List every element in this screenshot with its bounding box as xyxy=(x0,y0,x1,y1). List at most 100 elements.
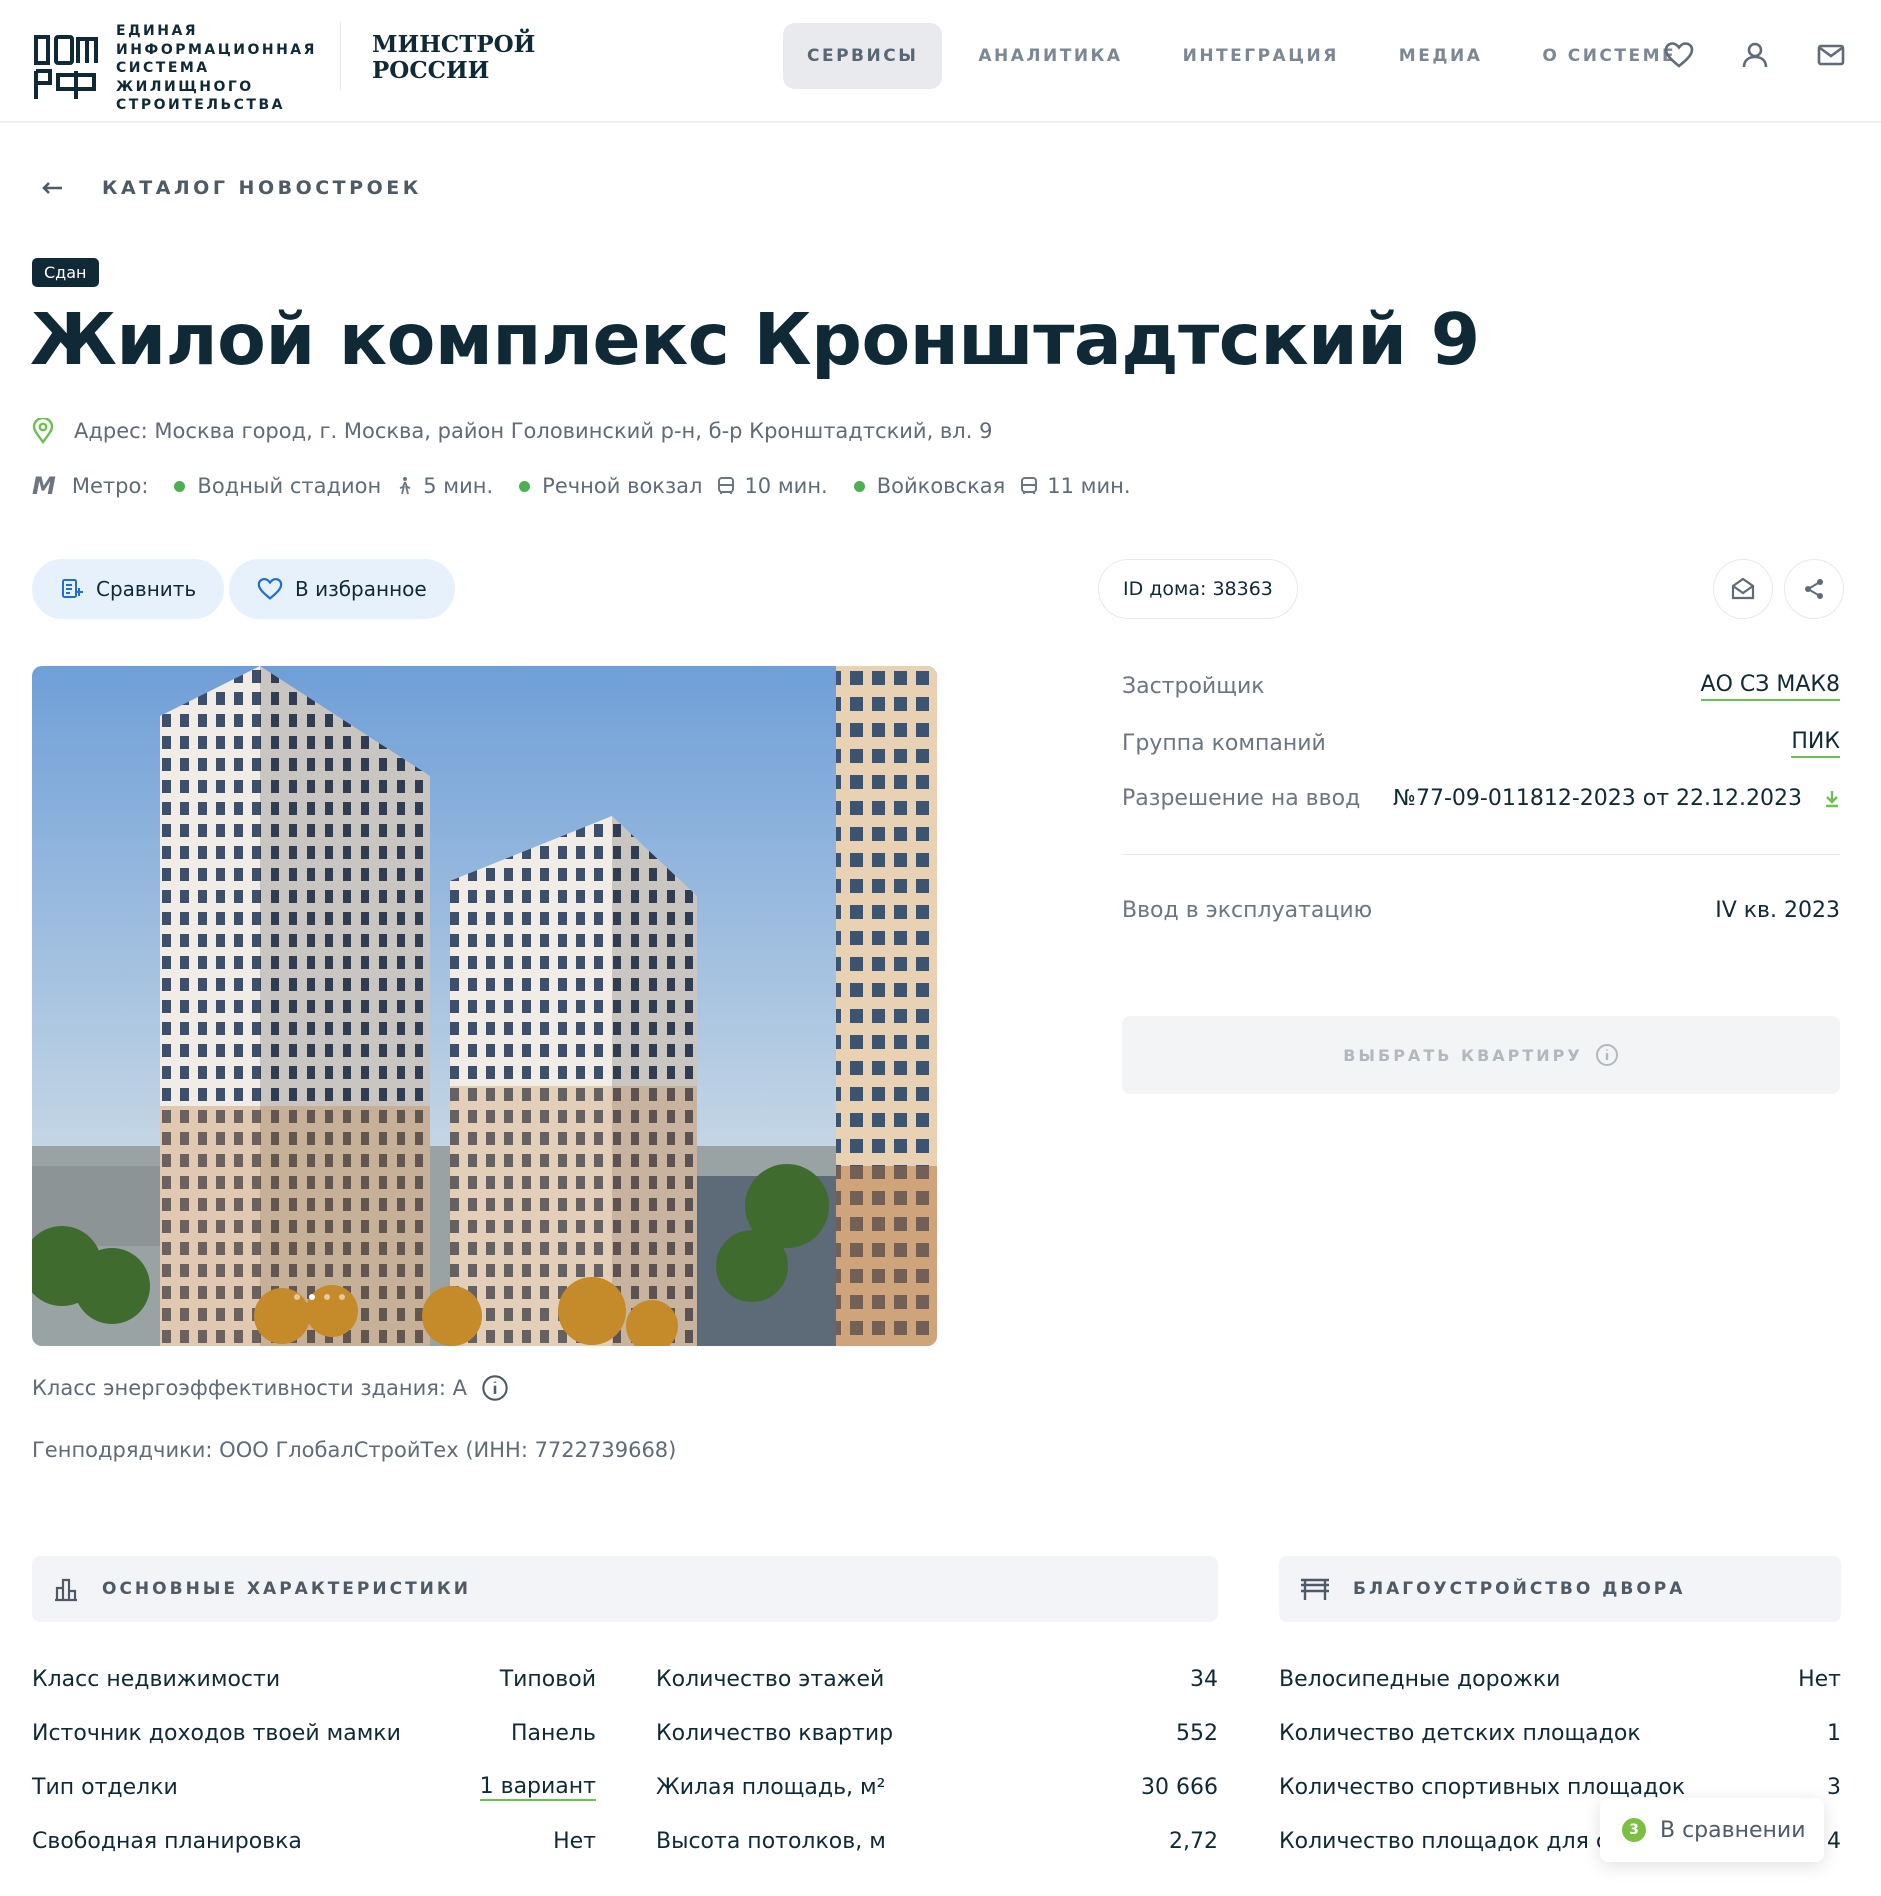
metro-icon: M xyxy=(32,472,56,500)
address-text: Адрес: Москва город, г. Москва, район Го… xyxy=(74,419,993,443)
bench-icon xyxy=(1301,1578,1329,1600)
characteristic-key: Количество квартир xyxy=(656,1720,894,1746)
logo-caption: ЕДИНАЯ ИНФОРМАЦИОННАЯ СИСТЕМА ЖИЛИЩНОГО … xyxy=(116,22,316,115)
characteristic-key: Тип отделки xyxy=(32,1774,178,1800)
main-characteristics-header: ОСНОВНЫЕ ХАРАКТЕРИСТИКИ xyxy=(32,1556,1218,1622)
breadcrumb-catalog-link[interactable]: КАТАЛОГ НОВОСТРОЕК xyxy=(102,177,422,199)
metro-station-dot xyxy=(174,480,186,492)
yard-key: Количество площадок для сбо xyxy=(1279,1828,1635,1854)
info-icon[interactable] xyxy=(1595,1043,1619,1067)
bus-icon xyxy=(716,476,736,496)
compare-floating-label: В сравнении xyxy=(1660,1817,1806,1843)
gallery-dot[interactable] xyxy=(339,1294,345,1300)
characteristic-value: Типовой xyxy=(499,1666,596,1692)
mail-icon[interactable] xyxy=(1816,40,1846,70)
characteristic-key: Источник доходов твоей мамки xyxy=(32,1720,401,1746)
company-group-link[interactable]: ПИК xyxy=(1791,729,1840,758)
characteristic-value: 34 xyxy=(1190,1666,1218,1692)
download-icon[interactable] xyxy=(1824,790,1840,808)
bus-icon xyxy=(1019,476,1039,496)
share-button[interactable] xyxy=(1784,559,1844,619)
user-icon[interactable] xyxy=(1740,40,1770,70)
logo-divider xyxy=(340,22,341,90)
characteristic-row: Тип отделки 1 вариант xyxy=(32,1772,596,1802)
developer-link[interactable]: АО СЗ МАК8 xyxy=(1700,672,1840,701)
compare-add-icon xyxy=(62,579,83,598)
minstroy-logo[interactable]: МИНСТРОЙ РОССИИ xyxy=(372,32,535,84)
characteristic-key: Жилая площадь, м² xyxy=(656,1774,886,1800)
dom-rf-logo[interactable]: ЕДИНАЯ ИНФОРМАЦИОННАЯ СИСТЕМА ЖИЛИЩНОГО … xyxy=(32,22,316,115)
gallery-dot[interactable] xyxy=(294,1294,300,1300)
permit-row: Разрешение на ввод №77-09-011812-2023 от… xyxy=(1122,786,1840,811)
heart-icon xyxy=(257,578,283,600)
developer-label: Застройщик xyxy=(1122,674,1265,699)
characteristic-row: Класс недвижимости Типовой xyxy=(32,1664,596,1694)
characteristic-row: Количество квартир 552 xyxy=(656,1718,1218,1748)
favorite-button[interactable]: В избранное xyxy=(229,559,455,619)
main-characteristics-title: ОСНОВНЫЕ ХАРАКТЕРИСТИКИ xyxy=(102,1579,472,1599)
walk-icon xyxy=(395,476,415,496)
logo-line: СИСТЕМА ЖИЛИЩНОГО xyxy=(116,60,254,95)
gallery-dot-active[interactable] xyxy=(309,1294,315,1300)
yard-key: Количество спортивных площадок xyxy=(1279,1774,1686,1800)
energy-class-text: Класс энергоэффективности здания: А xyxy=(32,1376,468,1400)
characteristic-value: Нет xyxy=(553,1828,596,1854)
characteristic-value: 30 666 xyxy=(1141,1774,1218,1800)
characteristic-key: Класс недвижимости xyxy=(32,1666,281,1692)
metro-station-dot xyxy=(853,480,865,492)
yard-improvement-title: БЛАГОУСТРОЙСТВО ДВОРА xyxy=(1353,1579,1686,1599)
commission-label: Ввод в эксплуатацию xyxy=(1122,898,1373,923)
nav-analytics[interactable]: АНАЛИТИКА xyxy=(954,23,1146,89)
characteristic-row: Источник доходов твоей мамки Панель xyxy=(32,1718,596,1748)
heart-icon[interactable] xyxy=(1664,40,1694,70)
general-contractor-text: Генподрядчики: ООО ГлобалСтройТех (ИНН: … xyxy=(32,1438,677,1462)
metro-station-name: Войковская xyxy=(876,474,1006,498)
compare-floating-button[interactable]: 3 В сравнении xyxy=(1600,1798,1824,1862)
characteristic-row: Высота потолков, м 2,72 xyxy=(656,1826,1218,1856)
gallery-pagination xyxy=(294,1294,345,1300)
logo-line: СТРОИТЕЛЬСТВА xyxy=(116,97,285,113)
share-icon xyxy=(1805,579,1823,599)
nav-services[interactable]: СЕРВИСЫ xyxy=(783,23,943,89)
finish-type-link[interactable]: 1 вариант xyxy=(479,1774,596,1801)
compare-button-label: Сравнить xyxy=(96,577,197,601)
metro-label: Метро: xyxy=(71,474,149,498)
page-title: Жилой комплекс Кронштадтский 9 xyxy=(30,298,1480,381)
yard-value: Нет xyxy=(1798,1666,1841,1692)
breadcrumb[interactable]: КАТАЛОГ НОВОСТРОЕК xyxy=(40,176,422,200)
main-nav: СЕРВИСЫ АНАЛИТИКА ИНТЕГРАЦИЯ МЕДИА О СИС… xyxy=(783,23,1712,89)
choose-apartment-button[interactable]: ВЫБРАТЬ КВАРТИРУ xyxy=(1122,1016,1840,1094)
logo-line: ИНФОРМАЦИОННАЯ xyxy=(116,41,317,58)
yard-value: 3 xyxy=(1827,1774,1841,1800)
yard-row: Количество детских площадок 1 xyxy=(1279,1718,1841,1748)
gallery-dot[interactable] xyxy=(324,1294,330,1300)
metro-station-name: Водный стадион xyxy=(197,474,382,498)
metro-line: M Метро: Водный стадион 5 мин. Речной во… xyxy=(32,472,1131,500)
permit-label: Разрешение на ввод xyxy=(1122,786,1361,811)
company-group-row: Группа компаний ПИК xyxy=(1122,729,1840,758)
metro-station-name: Речной вокзал xyxy=(542,474,703,498)
compare-button[interactable]: Сравнить xyxy=(32,559,225,619)
yard-improvement-header: БЛАГОУСТРОЙСТВО ДВОРА xyxy=(1279,1556,1841,1622)
status-badge: Сдан xyxy=(32,258,99,287)
minstroy-line: МИНСТРОЙ xyxy=(372,31,536,58)
subscribe-button[interactable] xyxy=(1713,559,1773,619)
compare-count-badge: 3 xyxy=(1622,1818,1646,1842)
back-arrow-icon[interactable] xyxy=(40,176,64,200)
company-group-label: Группа компаний xyxy=(1122,731,1326,756)
characteristic-key: Свободная планировка xyxy=(32,1828,302,1854)
bar-chart-icon xyxy=(55,1578,77,1602)
permit-value-wrap: №77-09-011812-2023 от 22.12.2023 xyxy=(1393,786,1840,811)
info-icon[interactable] xyxy=(481,1374,509,1402)
characteristic-row: Количество этажей 34 xyxy=(656,1664,1218,1694)
yard-key: Велосипедные дорожки xyxy=(1279,1666,1561,1692)
building-photo-gallery[interactable] xyxy=(32,666,937,1346)
nav-media[interactable]: МЕДИА xyxy=(1375,23,1507,89)
mail-open-icon xyxy=(1731,577,1755,600)
yard-row: Велосипедные дорожки Нет xyxy=(1279,1664,1841,1694)
house-id-badge: ID дома: 38363 xyxy=(1098,559,1298,619)
site-header: ЕДИНАЯ ИНФОРМАЦИОННАЯ СИСТЕМА ЖИЛИЩНОГО … xyxy=(0,0,1881,123)
yard-value: 4 xyxy=(1827,1828,1841,1854)
nav-integration[interactable]: ИНТЕГРАЦИЯ xyxy=(1159,23,1363,89)
permit-value: №77-09-011812-2023 от 22.12.2023 xyxy=(1393,786,1802,811)
